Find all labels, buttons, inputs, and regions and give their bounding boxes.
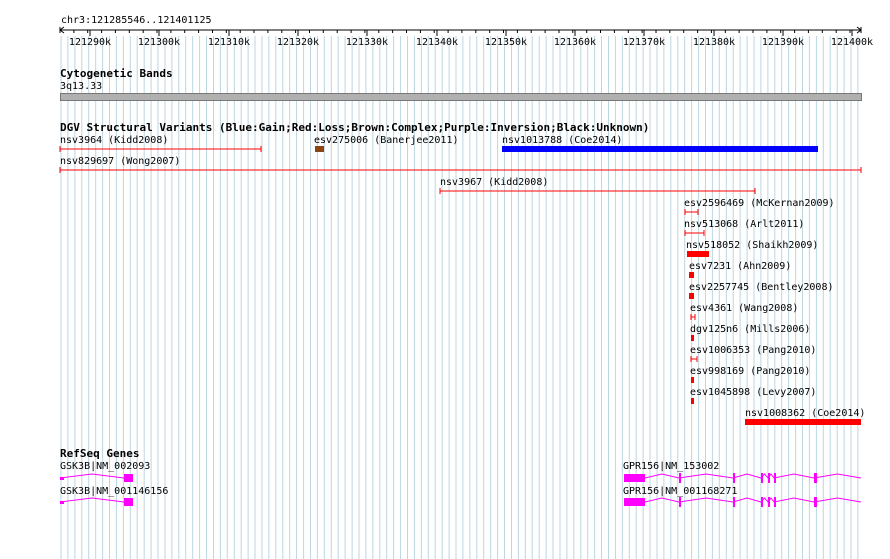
refseq-gene-model[interactable] — [59, 497, 133, 506]
refseq-gene-model[interactable] — [624, 497, 862, 507]
refseq-feature-canvas — [59, 473, 862, 507]
refseq-gene-model[interactable] — [59, 473, 133, 482]
refseq-gene-model[interactable] — [624, 473, 862, 483]
